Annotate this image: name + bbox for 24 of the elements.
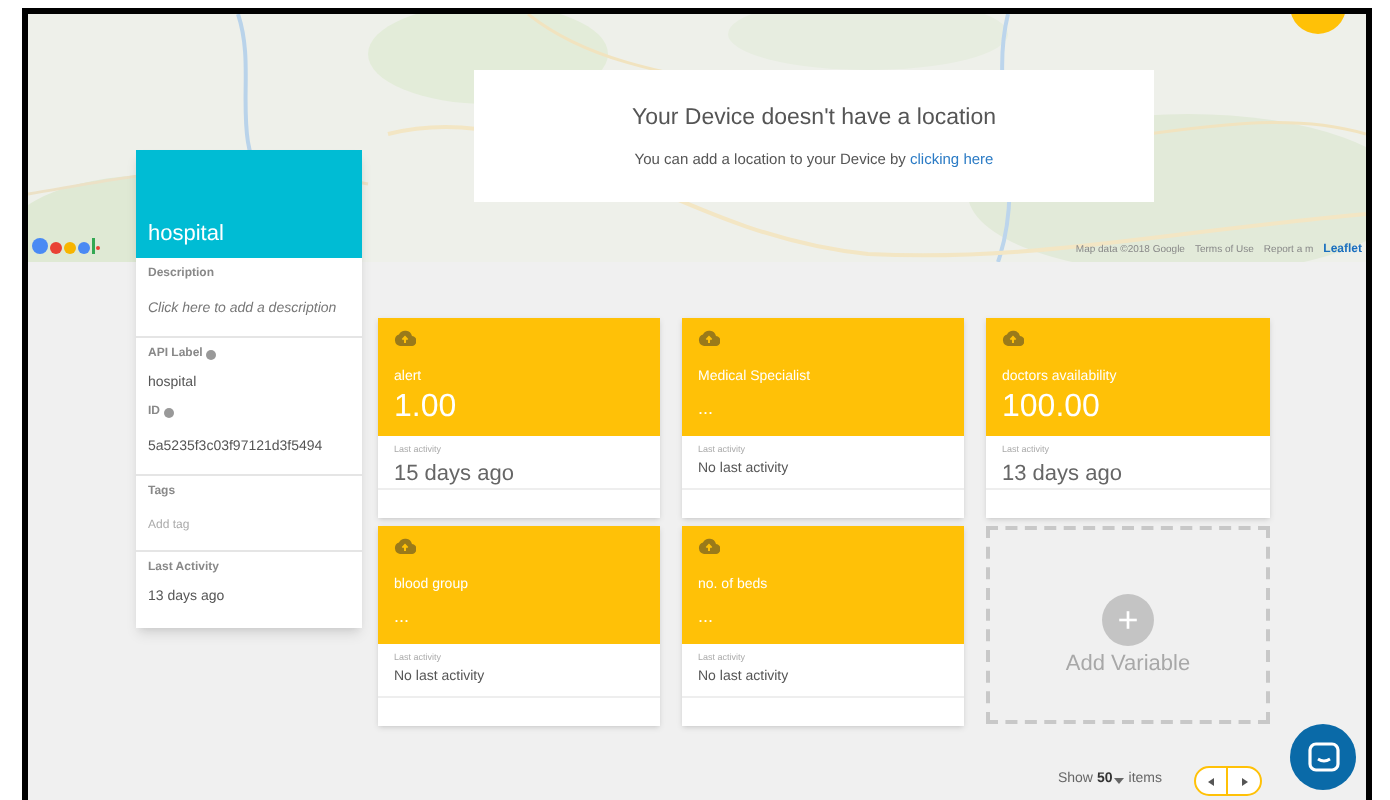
device-name: hospital [148,219,224,249]
last-activity-value: 15 days ago [394,459,516,490]
cloud-upload-icon [394,538,416,554]
last-activity-value: 13 days ago [1002,459,1124,490]
info-icon [206,349,217,359]
variable-value: 100.00 [1002,389,1102,425]
chat-icon [1307,742,1339,772]
cloud-upload-icon [394,330,416,346]
google-logo-icon [32,236,100,256]
variable-value: ... [698,603,716,629]
variable-value: ... [394,603,412,629]
notice-title: Your Device doesn't have a location [631,103,997,134]
caret-icon [1114,778,1125,784]
left-arrow-icon [1208,777,1214,785]
variable-value: ... [698,395,716,421]
add-variable-label: Add Variable [1065,649,1191,680]
cloud-upload-icon [698,538,720,554]
cloud-upload-icon [698,330,720,346]
info-icon [164,408,174,418]
chat-button[interactable] [1290,724,1356,790]
variable-value: 1.00 [394,389,459,425]
right-arrow-icon [1241,777,1247,785]
cloud-upload-icon [1002,330,1024,346]
plus-icon: + [1102,593,1154,646]
